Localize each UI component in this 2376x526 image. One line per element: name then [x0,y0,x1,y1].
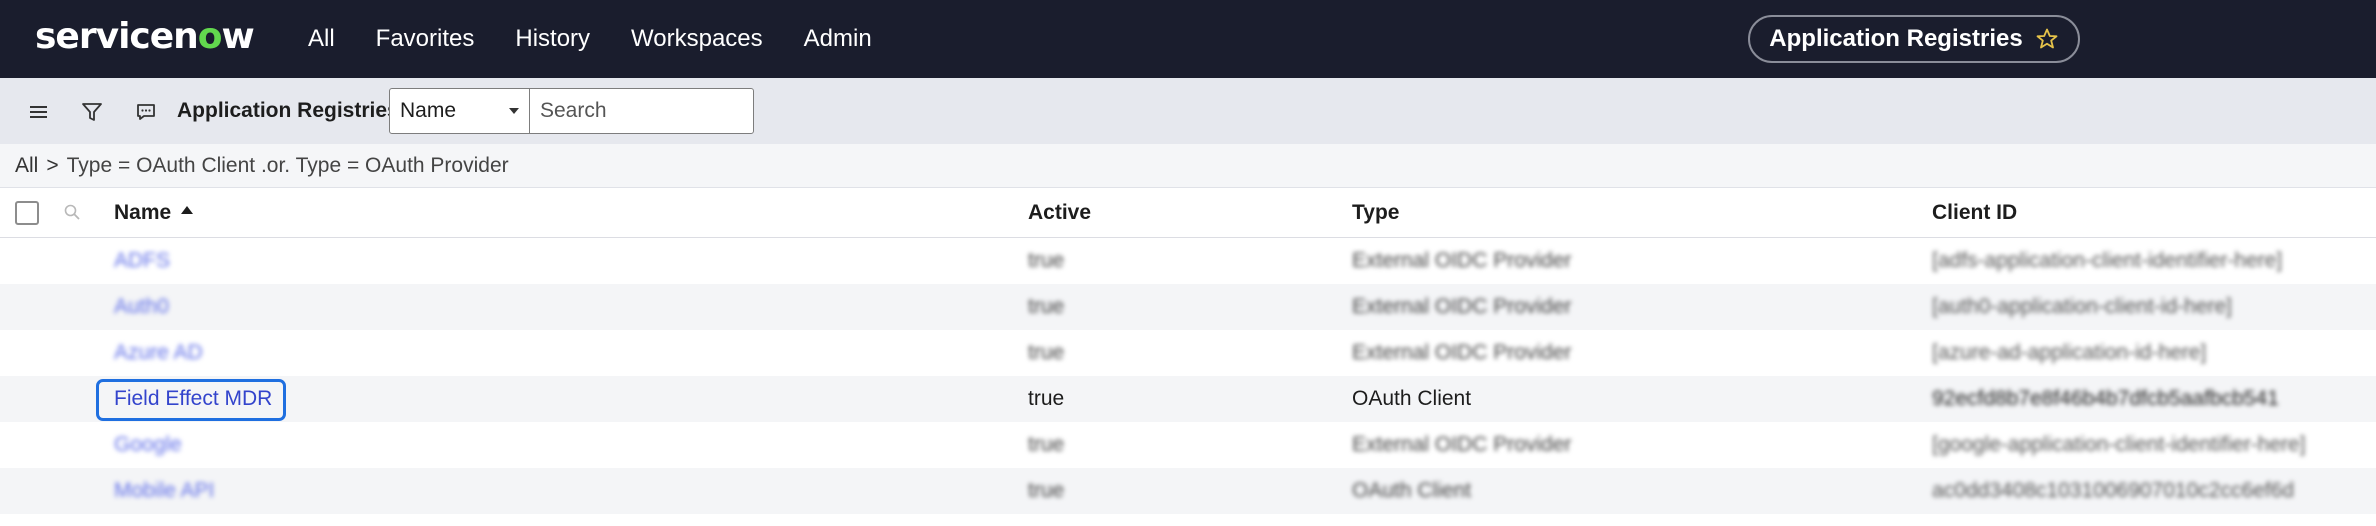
type-cell: External OIDC Provider [1352,249,1572,272]
type-cell: OAuth Client [1352,387,1472,410]
column-header-client-id[interactable]: Client ID [1932,188,2017,238]
table-row: ADFS true External OIDC Provider [adfs-a… [0,238,2376,284]
table-row: Auth0 true External OIDC Provider [auth0… [0,284,2376,330]
active-cell: true [1028,479,1065,502]
type-cell: OAuth Client [1352,479,1472,502]
app-pill-title: Application Registries [1769,25,2023,52]
search-input[interactable] [529,88,754,134]
record-link-field-effect-mdr[interactable]: Field Effect MDR [114,387,272,410]
caret-down-icon [509,108,519,114]
table-row: Mobile API true OAuth Client ac0dd3408c1… [0,468,2376,514]
table-row: Azure AD true External OIDC Provider [az… [0,330,2376,376]
type-cell: External OIDC Provider [1352,341,1572,364]
nav-workspaces[interactable]: Workspaces [631,0,763,78]
select-all-checkbox[interactable] [15,201,39,225]
active-cell: true [1028,387,1065,410]
breadcrumb-separator: > [46,154,59,177]
nav-all[interactable]: All [308,0,335,78]
active-cell: true [1028,295,1065,318]
record-link[interactable]: Google [114,433,182,456]
type-cell: External OIDC Provider [1352,433,1572,456]
column-search-icon[interactable] [60,200,84,224]
client-id-cell: [azure-ad-application-id-here] [1932,341,2207,364]
nav-admin[interactable]: Admin [804,0,872,78]
table-header: Name Active Type Client ID [0,188,2376,238]
record-link[interactable]: ADFS [114,249,170,272]
list-toolbar: Application Registries Name [0,78,2376,144]
column-header-type[interactable]: Type [1352,188,1399,238]
hamburger-menu-icon[interactable] [25,98,53,126]
top-navigation-bar: servicenow All Favorites History Workspa… [0,0,2376,78]
search-field-select[interactable]: Name [389,88,530,134]
client-id-cell: ac0dd3408c1031006907010c2cc6ef6d [1932,479,2294,502]
type-cell: External OIDC Provider [1352,295,1572,318]
filter-icon[interactable] [78,98,106,126]
nav-history[interactable]: History [515,0,590,78]
table-row-focused: Field Effect MDR true OAuth Client 92ecf… [0,376,2376,422]
filter-breadcrumb: All > Type = OAuth Client .or. Type = OAut… [0,144,2376,188]
application-registries-table: Name Active Type Client ID ADFS true Ext… [0,188,2376,514]
nav-favorites[interactable]: Favorites [376,0,475,78]
client-id-cell: 92ecfd8b7e8f46b4b7dfcb5aafbcb541 [1932,387,2279,410]
column-header-name[interactable]: Name [114,188,194,238]
client-id-cell: [google-application-client-identifier-he… [1932,433,2306,456]
list-title: Application Registries [177,99,399,122]
star-icon[interactable] [2035,27,2059,51]
record-link[interactable]: Azure AD [114,341,203,364]
chat-icon[interactable] [132,98,160,126]
current-app-pill[interactable]: Application Registries [1748,15,2080,63]
active-cell: true [1028,341,1065,364]
client-id-cell: [adfs-application-client-identifier-here… [1932,249,2283,272]
record-link[interactable]: Mobile API [114,479,214,502]
search-field-select-value: Name [400,99,457,122]
active-cell: true [1028,249,1065,272]
column-header-active[interactable]: Active [1028,188,1091,238]
record-link[interactable]: Auth0 [114,295,169,318]
breadcrumb-filter[interactable]: Type = OAuth Client .or. Type = OAuth Pr… [67,154,509,177]
active-cell: true [1028,433,1065,456]
sort-ascending-icon [181,206,194,215]
nav-menu: All Favorites History Workspaces Admin [308,0,913,78]
client-id-cell: [auth0-application-client-id-here] [1932,295,2232,318]
table-row: Google true External OIDC Provider [goog… [0,422,2376,468]
breadcrumb-all[interactable]: All [15,154,38,177]
servicenow-logo[interactable]: servicenow [35,13,255,61]
